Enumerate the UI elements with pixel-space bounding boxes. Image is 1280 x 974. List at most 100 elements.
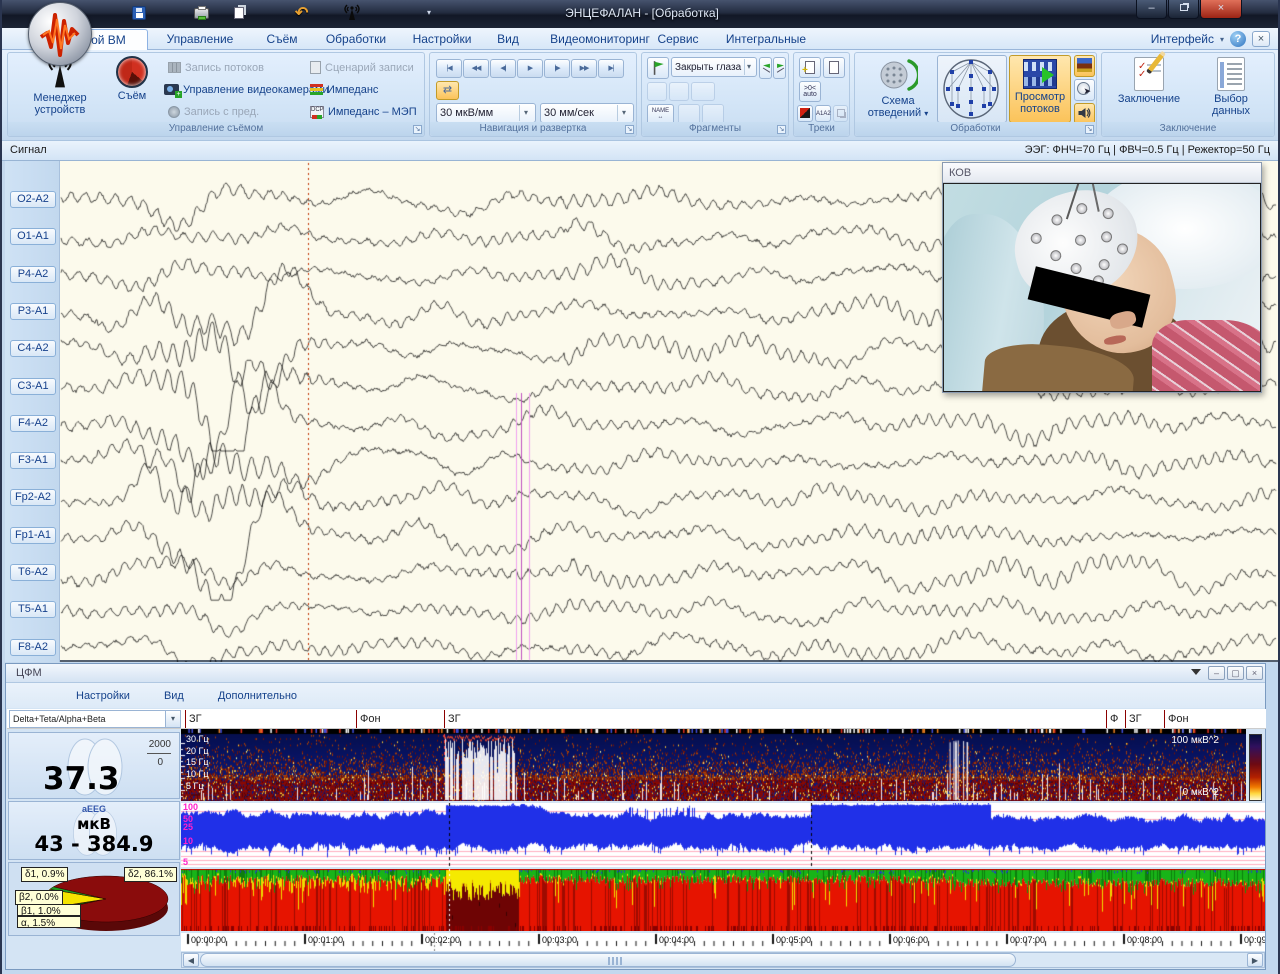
- copy-button[interactable]: [234, 4, 244, 22]
- help-icon[interactable]: ?: [1230, 31, 1246, 47]
- nav-button-4[interactable]: |▶: [544, 59, 570, 78]
- next-fragment-button[interactable]: [773, 57, 786, 79]
- channel-button-F8-A2[interactable]: F8-A2: [10, 639, 56, 656]
- channel-button-C4-A2[interactable]: C4-A2: [10, 340, 56, 357]
- tab-Интегральные[interactable]: Интегральные: [714, 29, 818, 50]
- acquire-button[interactable]: Съём: [106, 56, 158, 102]
- undo-button[interactable]: ↶: [295, 4, 308, 22]
- cfm-menu-Настройки[interactable]: Настройки: [76, 690, 130, 702]
- sound-button[interactable]: [1074, 103, 1095, 124]
- rhythm-index-panel[interactable]: 37.3 2000 0: [8, 732, 180, 799]
- scroll-left-icon[interactable]: ◀: [183, 953, 199, 967]
- nav-button-1[interactable]: ◀◀: [463, 59, 489, 78]
- channel-button-T6-A2[interactable]: T6-A2: [10, 564, 56, 581]
- auto-scale-button[interactable]: >0< auto: [799, 81, 821, 102]
- cfm-menu-Дополнительно[interactable]: Дополнительно: [218, 690, 297, 702]
- channel-button-P4-A2[interactable]: P4-A2: [10, 266, 56, 283]
- channel-button-O2-A2[interactable]: O2-A2: [10, 191, 56, 208]
- spectrogram-view-button[interactable]: [1074, 55, 1095, 77]
- nav-button-2[interactable]: ◀|: [490, 59, 516, 78]
- speed-select[interactable]: 30 мм/сек ▾: [540, 103, 634, 123]
- tab-Вид[interactable]: Вид: [484, 29, 532, 50]
- nav-button-5[interactable]: ▶▶: [571, 59, 597, 78]
- cfm-menu-Вид[interactable]: Вид: [164, 690, 184, 702]
- new-track-button[interactable]: +: [799, 57, 821, 78]
- scroll-right-icon[interactable]: ▶: [1247, 953, 1263, 967]
- close-document-icon[interactable]: ×: [1252, 31, 1270, 47]
- rhythm-pie-panel[interactable]: δ1, 0.9% δ2, 86.1% β2, 0.0% β1, 1.0% α, …: [8, 862, 180, 936]
- channel-button-O1-A1[interactable]: O1-A1: [10, 228, 56, 245]
- undo-icon: ↶: [295, 3, 308, 23]
- tab-Съём[interactable]: Съём: [252, 29, 312, 50]
- fragment-flag-button[interactable]: [647, 57, 669, 79]
- cfm-panel: ЦФМ – ▢ × Настройки Вид Дополнительно Delt…: [5, 663, 1266, 970]
- cfm-minimize-button[interactable]: –: [1208, 666, 1225, 680]
- chevron-down-icon[interactable]: [1191, 669, 1201, 675]
- spectrogram-canvas[interactable]: [181, 729, 1246, 801]
- tab-Управление[interactable]: Управление: [148, 29, 252, 50]
- rhythm-band-canvas[interactable]: [181, 869, 1265, 931]
- polarity-button[interactable]: [797, 105, 813, 122]
- impedance-label: Импеданс: [327, 84, 378, 96]
- tab-Обработки[interactable]: Обработки: [312, 29, 400, 50]
- channel-button-Fp2-A2[interactable]: Fp2-A2: [10, 489, 56, 506]
- channel-button-P3-A1[interactable]: P3-A1: [10, 303, 56, 320]
- horizontal-scrollbar[interactable]: ◀ ▶: [181, 952, 1265, 968]
- stream-view-label: Просмотр потоков: [1010, 91, 1070, 115]
- report-button[interactable]: ✓✓ Заключение: [1110, 57, 1188, 105]
- montage-map-icon: [938, 56, 1004, 120]
- prev-fragment-button[interactable]: [759, 57, 772, 79]
- montage-map-button[interactable]: [937, 55, 1007, 123]
- video-cameras-item[interactable]: + Управление видеокамерами: [164, 81, 329, 98]
- channel-button-Fp1-A1[interactable]: Fp1-A1: [10, 527, 56, 544]
- stream-view-button[interactable]: Просмотр потоков: [1009, 55, 1071, 123]
- tab-Настройки[interactable]: Настройки: [400, 29, 484, 50]
- nav-button-3[interactable]: ▶: [517, 59, 543, 78]
- channel-button-C3-A1[interactable]: C3-A1: [10, 378, 56, 395]
- aeeg-band-canvas[interactable]: [181, 803, 1265, 867]
- restore-button[interactable]: [1168, 0, 1199, 19]
- channel-button-F3-A1[interactable]: F3-A1: [10, 452, 56, 469]
- data-select-button[interactable]: Выбор данных: [1194, 57, 1268, 117]
- channel-button-T5-A1[interactable]: T5-A1: [10, 601, 56, 618]
- electrode-dot: [1100, 230, 1114, 244]
- print-button[interactable]: [194, 4, 209, 22]
- sync-epoch-button[interactable]: ⇄: [436, 81, 459, 100]
- freq-label-30 Гц: 30 Гц: [186, 735, 209, 744]
- aeeg-range-value: 43 - 384.9: [9, 832, 179, 856]
- aeeg-range-panel[interactable]: aEEG мкВ 43 - 384.9: [8, 801, 180, 860]
- red-black-triangle-icon: [800, 108, 810, 118]
- close-button[interactable]: ×: [1200, 0, 1242, 19]
- fragment-select[interactable]: Закрыть глаза ▾: [671, 57, 757, 77]
- dialog-launcher-icon[interactable]: ↘: [777, 125, 786, 134]
- scrollbar-thumb[interactable]: [200, 953, 1016, 967]
- save-button[interactable]: [132, 4, 146, 22]
- nav-button-0[interactable]: |◀: [436, 59, 462, 78]
- cfm-title-bar[interactable]: ЦФМ – ▢ ×: [6, 664, 1265, 683]
- cfm-restore-button[interactable]: ▢: [1227, 666, 1244, 680]
- flag-tool-disabled-2: [669, 82, 689, 101]
- qat-dropdown-icon[interactable]: ▾: [427, 8, 431, 17]
- cfm-close-button[interactable]: ×: [1246, 666, 1263, 680]
- reference-button[interactable]: A1A2: [815, 105, 831, 122]
- wireless-button[interactable]: [342, 4, 362, 22]
- auto-scale-bottom: auto: [800, 92, 820, 98]
- dialog-launcher-icon[interactable]: ↘: [413, 125, 422, 134]
- cursor-tool-button[interactable]: ➤: [1074, 79, 1095, 101]
- chevron-down-icon: ▾: [1220, 35, 1224, 44]
- nav-button-6[interactable]: ▶|: [598, 59, 624, 78]
- video-monitor-window[interactable]: КОВ: [942, 162, 1262, 393]
- dialog-launcher-icon[interactable]: ↘: [625, 125, 634, 134]
- app-logo-icon[interactable]: [28, 2, 92, 66]
- gain-select[interactable]: 30 мкВ/мм ▾: [436, 103, 536, 123]
- impedance-mep-item[interactable]: DCP Импеданс – МЭП: [310, 103, 417, 120]
- tab-Сервис[interactable]: Сервис: [642, 29, 714, 50]
- channel-button-F4-A2[interactable]: F4-A2: [10, 415, 56, 432]
- dialog-launcher-icon[interactable]: ↘: [1085, 125, 1094, 134]
- interface-menu-label[interactable]: Интерфейс: [1151, 32, 1214, 46]
- impedance-item[interactable]: Импеданс: [310, 81, 378, 98]
- montage-scheme-button[interactable]: Схема отведений ▾: [861, 57, 935, 120]
- ratio-formula-select[interactable]: Delta+Teta/Alpha+Beta ▾: [9, 710, 181, 728]
- copy-track-button[interactable]: [823, 57, 845, 78]
- minimize-button[interactable]: –: [1136, 0, 1167, 19]
